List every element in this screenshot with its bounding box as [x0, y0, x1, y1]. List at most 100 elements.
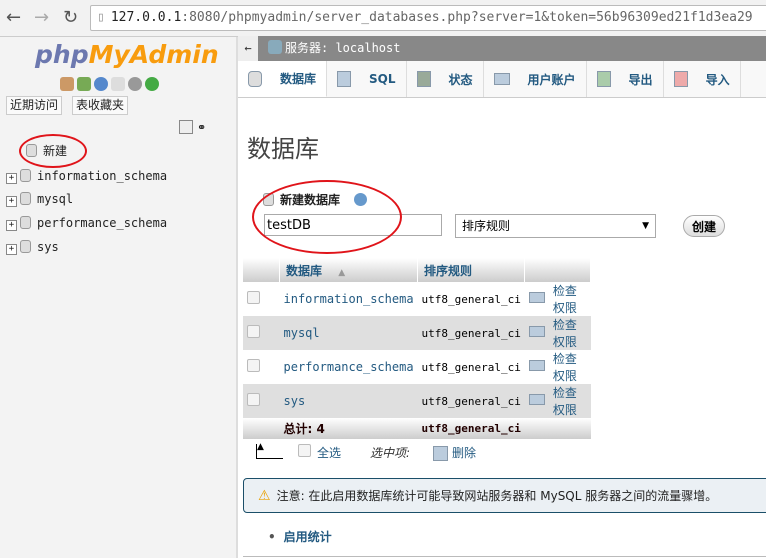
- tree-item[interactable]: + sys: [6, 239, 59, 255]
- total-spacer: [524, 418, 591, 439]
- delete-icon[interactable]: [433, 446, 448, 461]
- db-link[interactable]: information_schema: [279, 282, 418, 316]
- expand-icon[interactable]: +: [6, 244, 17, 255]
- expand-icon[interactable]: +: [6, 196, 17, 207]
- sort-asc-icon: ▲: [338, 267, 346, 278]
- header-database[interactable]: 数据库 ▲: [279, 258, 419, 282]
- reload-icon[interactable]: ↻: [63, 7, 78, 28]
- create-button[interactable]: 创建: [683, 215, 725, 237]
- page-title: 数据库: [247, 135, 319, 163]
- url-path: :8080/phpmyadmin/server_databases.php?se…: [181, 10, 753, 25]
- db-name: mysql: [37, 192, 74, 206]
- database-icon: [20, 192, 31, 205]
- tab-sql[interactable]: SQL: [327, 61, 407, 97]
- db-name: sys: [37, 240, 59, 254]
- help-icon[interactable]: [94, 77, 108, 91]
- home-icon[interactable]: [60, 77, 74, 91]
- recent-button[interactable]: 近期访问: [6, 96, 63, 115]
- tree-item[interactable]: + mysql: [6, 191, 73, 207]
- server-label[interactable]: 服务器: localhost: [285, 41, 400, 55]
- tab-user-accounts[interactable]: 用户账户: [484, 61, 587, 97]
- divider: [243, 556, 766, 557]
- collation: utf8_general_ci: [417, 282, 525, 316]
- settings-icon[interactable]: [128, 77, 142, 91]
- total-row: 总计: 4 utf8_general_ci: [243, 418, 591, 439]
- with-selected-label: 选中项:: [370, 446, 411, 460]
- db-link[interactable]: mysql: [279, 316, 418, 350]
- collapse-all-icon[interactable]: [179, 120, 193, 134]
- row-checkbox[interactable]: [247, 359, 260, 372]
- check-privileges-link[interactable]: 检查权限: [548, 316, 591, 350]
- nav-icons: [60, 77, 162, 94]
- enable-stats-item: • 启用统计: [268, 528, 332, 545]
- docs-icon[interactable]: [111, 77, 125, 91]
- check-privileges-link[interactable]: 检查权限: [548, 350, 591, 384]
- address-bar[interactable]: ▯ 127.0.0.1:8080/phpmyadmin/server_databa…: [90, 5, 766, 31]
- import-icon: [673, 71, 688, 87]
- link-icon[interactable]: ⚭: [197, 121, 206, 134]
- collation-select[interactable]: 排序规则 ▼: [455, 214, 656, 238]
- server-breadcrumb: ← 服务器: localhost: [238, 36, 766, 61]
- expand-icon[interactable]: +: [6, 173, 17, 184]
- collation-value: 排序规则: [462, 219, 511, 233]
- notice-text: 注意: 在此启用数据库统计可能导致网站服务器和 MySQL 服务器之间的流量骤增…: [276, 489, 718, 503]
- privileges-icon[interactable]: [528, 394, 545, 405]
- tab-status[interactable]: 状态: [407, 61, 484, 97]
- delete-button[interactable]: 删除: [452, 444, 476, 461]
- back-icon[interactable]: ←: [6, 7, 21, 28]
- collation: utf8_general_ci: [417, 350, 525, 384]
- sql-icon: [337, 71, 352, 87]
- tab-export[interactable]: 导出: [587, 61, 664, 97]
- row-checkbox-cell: [243, 350, 280, 384]
- tab-label: 导入: [705, 72, 730, 87]
- table-header: 数据库 ▲ 排序规则: [243, 258, 591, 282]
- reload-nav-icon[interactable]: [145, 77, 159, 91]
- db-link[interactable]: sys: [279, 384, 418, 418]
- privileges-icon[interactable]: [528, 360, 545, 371]
- privileges-icon[interactable]: [528, 292, 545, 303]
- tab-label: SQL: [369, 72, 396, 86]
- check-privileges-link[interactable]: 检查权限: [548, 384, 591, 418]
- phpmyadmin-logo[interactable]: phpMyAdmin: [35, 40, 219, 69]
- enable-stats-link[interactable]: 启用统计: [284, 530, 332, 544]
- logo-myadmin: MyAdmin: [88, 40, 219, 69]
- table-row: mysql utf8_general_ci 检查权限: [243, 316, 591, 350]
- table-row: performance_schema utf8_general_ci 检查权限: [243, 350, 591, 384]
- select-all-label[interactable]: 全选: [317, 444, 341, 461]
- databases-table: 数据库 ▲ 排序规则 information_schema utf8_general…: [243, 258, 591, 439]
- arrow-up-icon: ▲: [256, 443, 283, 459]
- row-checkbox[interactable]: [247, 393, 260, 406]
- collapse-panel-icon[interactable]: ←: [238, 36, 258, 61]
- row-checkbox[interactable]: [247, 325, 260, 338]
- row-checkbox[interactable]: [247, 291, 260, 304]
- table-row: sys utf8_general_ci 检查权限: [243, 384, 591, 418]
- total-label: 总计: 4: [279, 418, 418, 439]
- logout-icon[interactable]: [77, 77, 91, 91]
- export-icon: [596, 71, 611, 87]
- warning-icon: ⚠: [258, 488, 271, 504]
- top-tabs: 数据库 SQL 状态 用户账户 导出 导入: [238, 61, 766, 98]
- bullet: •: [268, 530, 276, 544]
- collation: utf8_general_ci: [417, 316, 525, 350]
- privileges-icon-cell: [524, 316, 549, 350]
- tree-item[interactable]: + information_schema: [6, 168, 167, 184]
- tab-databases[interactable]: 数据库: [238, 61, 328, 97]
- check-privileges-link[interactable]: 检查权限: [548, 282, 591, 316]
- expand-icon[interactable]: +: [6, 220, 17, 231]
- database-icon: [20, 216, 31, 229]
- privileges-icon-cell: [524, 350, 549, 384]
- db-link[interactable]: performance_schema: [279, 350, 418, 384]
- logo-php: php: [35, 40, 89, 69]
- favorites-button[interactable]: 表收藏夹: [72, 96, 129, 115]
- privileges-icon[interactable]: [528, 326, 545, 337]
- header-collation: 排序规则: [417, 258, 526, 282]
- forward-icon[interactable]: →: [34, 7, 49, 28]
- tab-label: 状态: [448, 72, 473, 87]
- tab-import[interactable]: 导入: [664, 61, 741, 97]
- chevron-down-icon: ▼: [642, 221, 649, 231]
- status-icon: [416, 71, 431, 87]
- select-all-checkbox[interactable]: [298, 444, 311, 457]
- tree-item[interactable]: + performance_schema: [6, 215, 167, 231]
- users-icon: [493, 73, 510, 85]
- database-icon: [20, 240, 31, 253]
